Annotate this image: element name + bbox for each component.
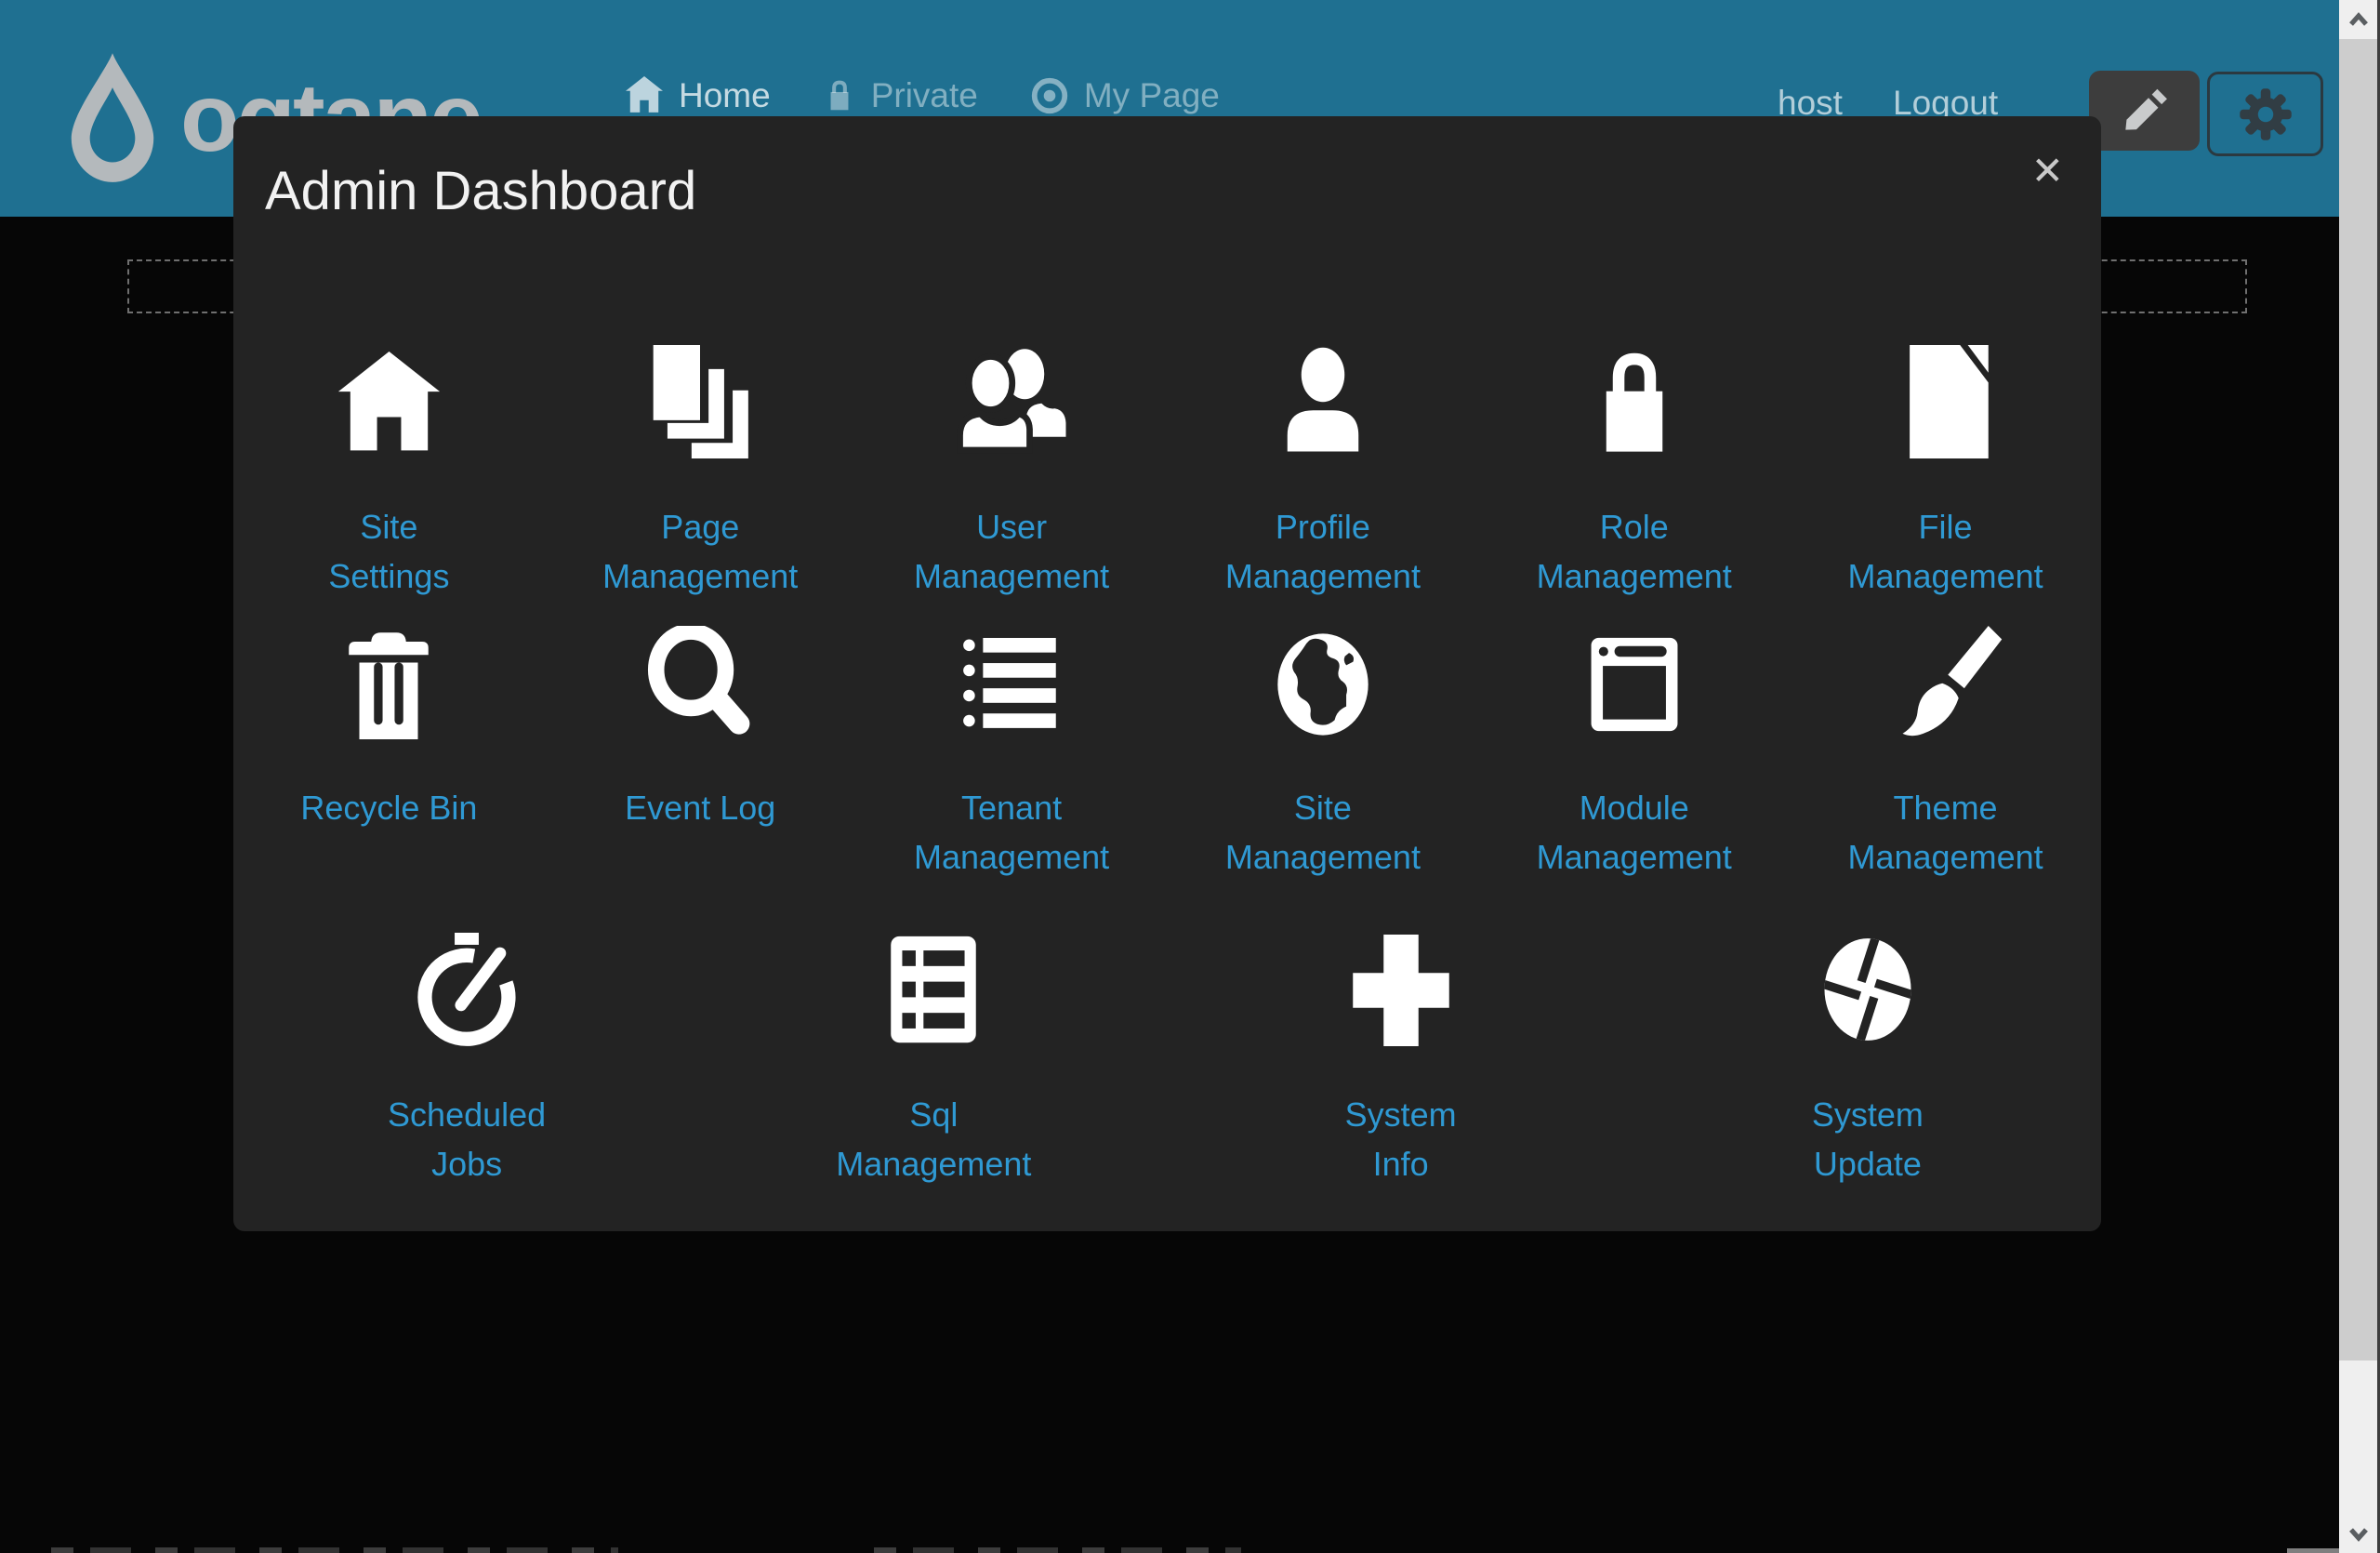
file-icon [1889, 345, 2003, 458]
tile-label: Management [914, 551, 1109, 601]
edit-mode-button[interactable] [2089, 71, 2200, 151]
tile-label: Jobs [388, 1139, 546, 1188]
aperture-icon [1811, 933, 1924, 1046]
tile-label: Management [602, 551, 798, 601]
tile-label: Info [1345, 1139, 1457, 1188]
nav-label: My Page [1084, 76, 1220, 115]
chevron-down-icon [2347, 1524, 2370, 1543]
tile-label: System [1345, 1090, 1457, 1139]
chevron-up-icon [2347, 10, 2370, 29]
scroll-up-button[interactable] [2339, 0, 2377, 39]
tile-label: Role [1537, 502, 1732, 551]
tile-row: Recycle Bin Event Log Te [233, 628, 2101, 882]
trash-icon [333, 628, 444, 739]
settings-button[interactable] [2207, 72, 2323, 156]
tile-system-info[interactable]: SystemInfo [1168, 935, 1634, 1188]
nav-item-home[interactable]: Home [625, 76, 771, 115]
tile-label: Scheduled [388, 1090, 546, 1139]
modal-header: Admin Dashboard ✕ [233, 116, 2101, 224]
tile-row: ScheduledJobs SqlManagement SystemInf [233, 935, 2101, 1188]
nav-label: Private [871, 76, 978, 115]
tile-site-settings[interactable]: SiteSettings [233, 347, 545, 601]
magnifier-icon [643, 626, 757, 739]
tile-label: Settings [328, 551, 449, 601]
tile-site-management[interactable]: SiteManagement [1167, 628, 1478, 882]
tile-page-management[interactable]: PageManagement [545, 347, 856, 601]
gear-icon [2238, 86, 2294, 142]
modal-title: Admin Dashboard [265, 159, 2064, 224]
tile-label: Management [1225, 551, 1421, 601]
scrollbar-thumb[interactable] [2339, 39, 2377, 1361]
tile-label: Management [914, 832, 1109, 882]
tile-role-management[interactable]: RoleManagement [1478, 347, 1790, 601]
lock-icon [1580, 349, 1689, 458]
tile-theme-management[interactable]: ThemeManagement [1790, 628, 2101, 882]
tile-label: Module [1537, 783, 1732, 832]
person-icon [1267, 347, 1379, 458]
timer-icon [410, 933, 523, 1046]
nav-item-my-page[interactable]: My Page [1030, 76, 1220, 115]
lock-icon [823, 79, 856, 113]
tile-label: Update [1812, 1139, 1924, 1188]
people-icon [956, 347, 1067, 458]
tile-event-log[interactable]: Event Log [545, 628, 856, 882]
close-icon[interactable]: ✕ [2031, 152, 2064, 191]
tile-label: Management [836, 1139, 1031, 1188]
tile-label: Management [1225, 832, 1421, 882]
target-icon [1030, 76, 1069, 115]
tile-file-management[interactable]: FileManagement [1790, 347, 2101, 601]
medical-cross-icon [1345, 935, 1457, 1046]
home-icon [336, 352, 443, 458]
admin-dashboard-modal: Admin Dashboard ✕ SiteSettings Pa [233, 116, 2101, 1231]
tile-user-management[interactable]: UserManagement [856, 347, 1168, 601]
pencil-icon [2118, 84, 2172, 138]
tile-label: System [1812, 1090, 1924, 1139]
tile-sql-management[interactable]: SqlManagement [700, 935, 1167, 1188]
tile-scheduled-jobs[interactable]: ScheduledJobs [233, 935, 700, 1188]
nav-item-private[interactable]: Private [823, 76, 978, 115]
tile-profile-management[interactable]: ProfileManagement [1167, 347, 1478, 601]
clipped-footer-text [51, 1547, 618, 1553]
tile-label: Management [1537, 551, 1732, 601]
tile-label: Event Log [625, 783, 775, 832]
brush-icon [1889, 626, 2003, 739]
layers-icon [643, 345, 757, 458]
tile-label: File [1847, 502, 2043, 551]
spreadsheet-icon [877, 933, 990, 1046]
clipped-footer-text [874, 1547, 1241, 1553]
page: oqtane Home Private [0, 0, 2380, 1553]
waterdrop-icon [58, 50, 167, 188]
globe-icon [1268, 630, 1378, 739]
tile-label: User [914, 502, 1109, 551]
tile-tenant-management[interactable]: TenantManagement [856, 628, 1168, 882]
tile-label: Management [1847, 551, 2043, 601]
tile-module-management[interactable]: ModuleManagement [1478, 628, 1790, 882]
tile-label: Site [1225, 783, 1421, 832]
tile-label: Tenant [914, 783, 1109, 832]
tile-label: Theme [1847, 783, 2043, 832]
list-icon [959, 633, 1064, 739]
tile-label: Sql [836, 1090, 1031, 1139]
tile-row: SiteSettings PageManagement [233, 347, 2101, 601]
home-icon [625, 76, 664, 115]
tile-label: Profile [1225, 502, 1421, 551]
scroll-down-button[interactable] [2339, 1514, 2377, 1553]
tile-recycle-bin[interactable]: Recycle Bin [233, 628, 545, 882]
nav-label: Home [679, 76, 771, 115]
tile-label: Site [328, 502, 449, 551]
tile-label: Page [602, 502, 798, 551]
vertical-scrollbar[interactable] [2339, 0, 2377, 1553]
tile-label: Management [1847, 832, 2043, 882]
tile-system-update[interactable]: SystemUpdate [1634, 935, 2101, 1188]
tile-label: Recycle Bin [300, 783, 477, 832]
tile-label: Management [1537, 832, 1732, 882]
browser-icon [1580, 630, 1689, 739]
